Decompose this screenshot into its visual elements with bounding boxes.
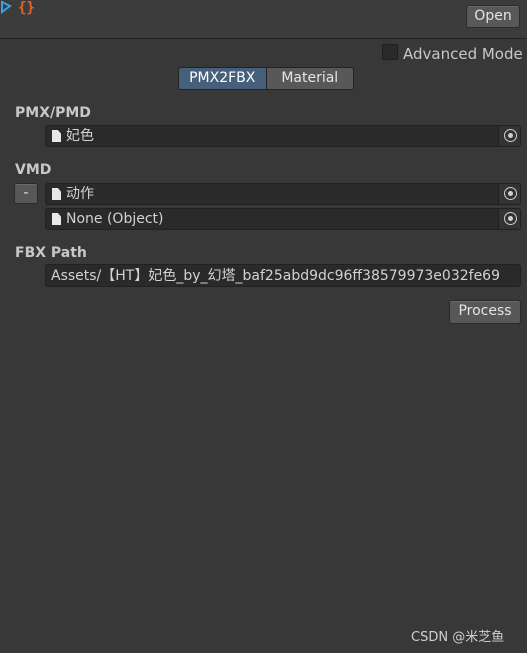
advanced-mode-checkbox[interactable] [382, 44, 398, 60]
fbx-path-label: FBX Path [15, 245, 87, 261]
svg-text:{}: {} [18, 0, 35, 16]
fbx-path-input[interactable]: Assets/【HT】妃色_by_幻塔_baf25abd9dc96ff38579… [45, 264, 521, 287]
vmd-picker-button[interactable] [498, 184, 520, 204]
file-icon [52, 213, 61, 225]
file-icon [52, 188, 61, 200]
vmd-section-label: VMD [15, 162, 52, 178]
toolbar [0, 0, 527, 39]
file-icon [52, 130, 61, 142]
vmd-empty-field-value: None (Object) [66, 211, 164, 227]
remove-vmd-button[interactable]: - [14, 183, 38, 204]
pmx-picker-button[interactable] [498, 126, 520, 146]
fbx-path-value: Assets/【HT】妃色_by_幻塔_baf25abd9dc96ff38579… [51, 268, 500, 284]
vmd-object-field-empty[interactable]: None (Object) [45, 208, 521, 230]
mode-tabs: PMX2FBX Material [178, 67, 354, 90]
process-button[interactable]: Process [449, 300, 521, 324]
tab-pmx2fbx[interactable]: PMX2FBX [179, 68, 267, 89]
pmx-object-field[interactable]: 妃色 [45, 125, 521, 147]
vmd-field-value: 动作 [66, 186, 94, 202]
pmx-field-value: 妃色 [66, 128, 94, 144]
open-button[interactable]: Open [466, 5, 520, 28]
vmd-object-field[interactable]: 动作 [45, 183, 521, 205]
logo-icon: {} [0, 0, 48, 18]
tab-material[interactable]: Material [266, 68, 353, 89]
advanced-mode-label: Advanced Mode [403, 45, 523, 63]
pmx-section-label: PMX/PMD [15, 105, 91, 121]
watermark: CSDN @米芝鱼 [411, 630, 505, 645]
vmd-empty-picker-button[interactable] [498, 209, 520, 229]
